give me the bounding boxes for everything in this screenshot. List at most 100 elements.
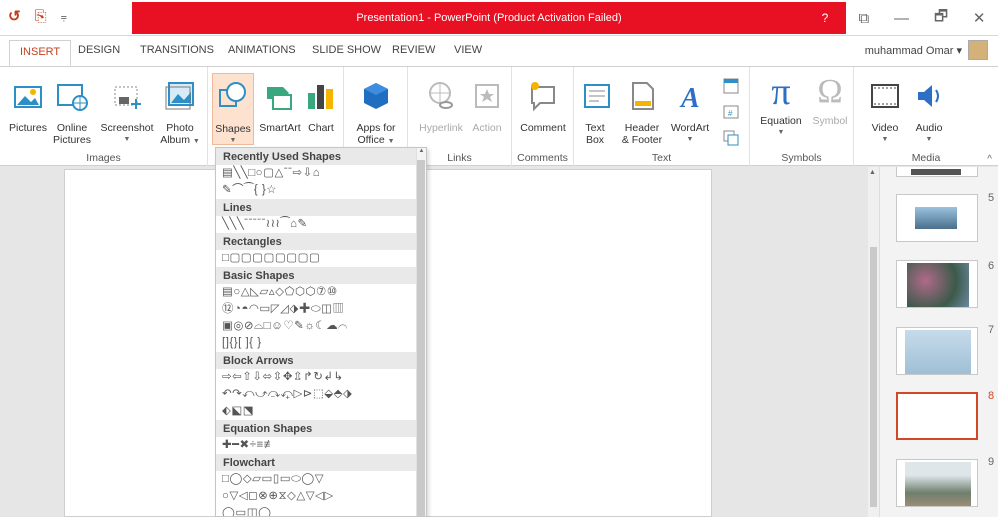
ribbon-display-options-icon[interactable]: ⧉	[858, 10, 869, 27]
collapse-ribbon-icon[interactable]: ^	[987, 154, 992, 165]
screenshot-icon	[114, 86, 141, 109]
media-group: Video ▼ Audio ▼ Media ^	[854, 67, 998, 167]
comment-icon	[531, 82, 555, 112]
scroll-up-icon[interactable]: ▲	[417, 148, 426, 154]
chevron-down-icon: ▼	[192, 138, 200, 145]
ribbon-tabs: INSERT DESIGN TRANSITIONS ANIMATIONS SLI…	[0, 36, 998, 66]
audio-button[interactable]: Audio ▼	[912, 79, 946, 146]
date-time-button[interactable]	[720, 77, 742, 98]
svg-text:A: A	[679, 83, 700, 113]
thumbnails-scrollbar[interactable]: ▲	[868, 167, 880, 517]
action-button[interactable]: Action	[468, 79, 506, 134]
thumbnail-image	[915, 207, 957, 229]
shape-row[interactable]: ▤╲╲□○▢△ˉˉ⇨⇩⌂	[216, 165, 416, 182]
thumbnail-slide-4[interactable]	[896, 167, 978, 177]
chevron-down-icon: ▼	[123, 136, 131, 143]
thumbnail-image	[905, 330, 971, 374]
gallery-section-header: Block Arrows	[216, 352, 416, 369]
tab-design[interactable]: DESIGN	[78, 44, 120, 56]
comments-group: Comment Comments	[512, 67, 574, 167]
thumbnail-number: 7	[988, 324, 995, 336]
shape-row[interactable]: ◯▭◫◯	[216, 505, 416, 516]
start-from-beginning-icon[interactable]: ⎘	[35, 8, 47, 26]
user-name: muhammad Omar	[864, 45, 954, 57]
group-label-comments: Comments	[517, 152, 568, 164]
shape-row[interactable]: ✎⌒⁀{ }☆	[216, 182, 416, 199]
text-box-icon	[584, 84, 610, 108]
shape-row[interactable]: ⑫◔◓◠▭◸◿⬗✚⬭◫▥	[216, 301, 416, 318]
shape-row[interactable]: ╲╲╲ˉˉˉˉˉ≀≀≀⁀⌂✎	[216, 216, 416, 233]
help-icon[interactable]: ?	[816, 9, 834, 27]
gallery-section-header: Equation Shapes	[216, 420, 416, 437]
text-box-button[interactable]: Text Box	[580, 79, 610, 146]
shape-row[interactable]: ✚━✖÷≡≢	[216, 437, 416, 454]
group-label-text: Text	[651, 152, 672, 164]
title-bar: ↺ ⎘ ⩦ Presentation1 - PowerPoint (Produc…	[0, 0, 998, 36]
shape-row[interactable]: ▣◎⊘⌓□☺♡✎☼☾☁⌒	[216, 318, 416, 335]
tab-view[interactable]: VIEW	[454, 44, 482, 56]
hyperlink-button[interactable]: Hyperlink	[416, 79, 466, 134]
avatar[interactable]	[968, 40, 988, 60]
video-icon	[871, 84, 899, 108]
group-label-images: Images	[86, 152, 121, 164]
header-footer-button[interactable]: Header & Footer	[618, 79, 666, 146]
symbol-button[interactable]: Ω Symbol	[810, 73, 850, 128]
ribbon: Pictures Online Pictures Screenshot ▼ Ph…	[0, 66, 998, 167]
gallery-section-header: Rectangles	[216, 233, 416, 250]
apps-for-office-button[interactable]: Apps for Office ▼	[350, 79, 402, 148]
minimize-icon[interactable]: —	[894, 10, 909, 27]
close-icon[interactable]: ✕	[973, 9, 986, 27]
gallery-section-header: Recently Used Shapes	[216, 148, 416, 165]
equation-button[interactable]: π Equation ▼	[756, 73, 806, 139]
restore-icon[interactable]: 🗗	[934, 6, 948, 31]
screenshot-button[interactable]: Screenshot ▼	[98, 79, 156, 146]
chart-button[interactable]: Chart	[304, 79, 338, 134]
chevron-down-icon: ▼	[925, 136, 933, 143]
tab-review[interactable]: REVIEW	[392, 44, 435, 56]
shape-row[interactable]: ↶↷⤺⤻⤼⤽▷⊳⬚⬙⬘⬗	[216, 386, 416, 403]
symbols-group: π Equation ▼ Ω Symbol Symbols	[750, 67, 854, 167]
symbol-icon: Ω	[817, 73, 843, 110]
shape-row[interactable]: ○▽◁◻⊗⊕⧖◇△▽◁▷	[216, 488, 416, 505]
smartart-button[interactable]: SmartArt	[258, 79, 302, 134]
thumbnail-slide-9[interactable]	[896, 459, 978, 507]
pictures-button[interactable]: Pictures	[8, 79, 48, 134]
tab-animations[interactable]: ANIMATIONS	[228, 44, 296, 56]
thumbnail-slide-7[interactable]	[896, 327, 978, 375]
video-button[interactable]: Video ▼	[868, 79, 902, 146]
tab-slide-show[interactable]: SLIDE SHOW	[312, 44, 381, 56]
tab-transitions[interactable]: TRANSITIONS	[140, 44, 214, 56]
thumbnail-number: 5	[988, 192, 995, 204]
slide-number-button[interactable]: #	[720, 103, 742, 124]
shape-row[interactable]: ⬖⬕⬔	[216, 403, 416, 420]
object-button[interactable]	[720, 129, 742, 150]
shape-row[interactable]: ▤○△◺▱▵◇⬠⬡⬡⑦⑩	[216, 284, 416, 301]
thumbnail-number: 6	[988, 260, 995, 272]
photo-album-button[interactable]: Photo Album ▼	[158, 79, 202, 148]
shapes-button[interactable]: Shapes ▼	[212, 73, 254, 145]
scroll-thumb[interactable]	[417, 160, 425, 516]
shape-row[interactable]: □◯◇▱▭▯▭⬭◯▽	[216, 471, 416, 488]
chevron-down-icon: ▼	[387, 138, 395, 145]
scroll-thumb[interactable]	[870, 247, 877, 507]
thumbnail-slide-8-selected[interactable]	[896, 392, 978, 440]
user-account[interactable]: muhammad Omar ▾	[865, 44, 962, 57]
customize-qat-icon[interactable]: ⩦	[61, 8, 67, 26]
thumbnail-slide-6[interactable]	[896, 260, 978, 308]
online-pictures-button[interactable]: Online Pictures	[52, 79, 92, 146]
shape-row[interactable]: ⇨⇦⇧⇩⬄⇳✥⇫↱↻↲↳	[216, 369, 416, 386]
pictures-icon	[14, 86, 42, 108]
tab-insert[interactable]: INSERT	[9, 40, 72, 66]
thumbnail-slide-5[interactable]	[896, 194, 978, 242]
shape-row[interactable]: □▢▢▢▢▢▢▢▢	[216, 250, 416, 267]
shapes-gallery: Recently Used Shapes ▤╲╲□○▢△ˉˉ⇨⇩⌂ ✎⌒⁀{ }☆ L…	[215, 147, 427, 517]
gallery-scrollbar[interactable]: ▲	[416, 148, 426, 516]
scroll-up-icon[interactable]: ▲	[869, 169, 878, 176]
wordart-button[interactable]: A WordArt ▼	[668, 79, 712, 146]
comment-button[interactable]: Comment	[518, 79, 568, 134]
chevron-down-icon: ▾	[956, 45, 962, 57]
svg-text:#: #	[728, 109, 733, 118]
quick-access-toolbar: ↺ ⎘ ⩦	[8, 8, 67, 26]
undo-icon[interactable]: ↺	[8, 8, 21, 26]
shape-row[interactable]: []{}[ ]{ }	[216, 335, 416, 352]
